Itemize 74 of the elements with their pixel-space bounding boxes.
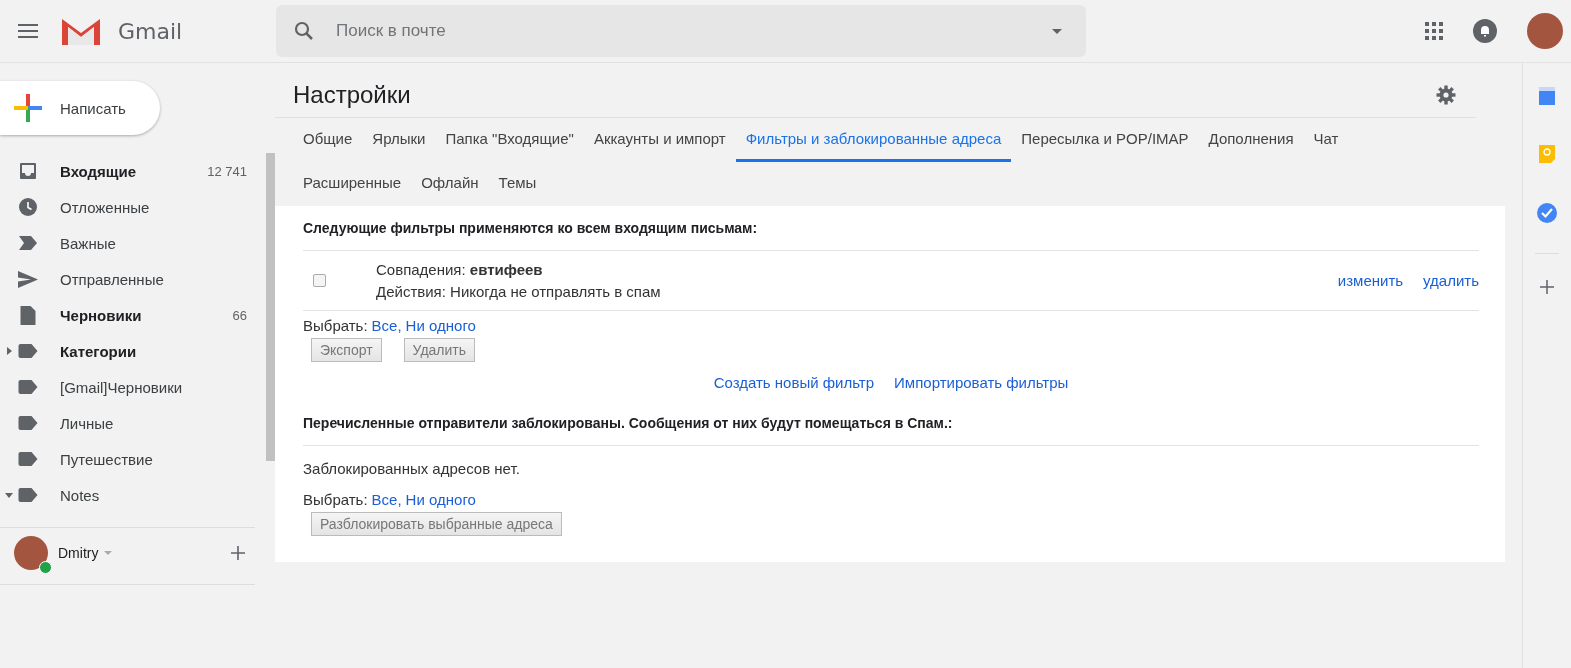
settings-tab[interactable]: Папка "Входящие" bbox=[435, 118, 584, 162]
label-icon bbox=[18, 380, 38, 394]
unread-count: 66 bbox=[232, 307, 247, 323]
link[interactable]: изменить bbox=[1337, 272, 1404, 289]
link[interactable]: Ни одного bbox=[405, 491, 476, 508]
user-name[interactable]: Dmitry bbox=[58, 545, 99, 561]
avatar[interactable] bbox=[14, 536, 48, 570]
label-icon bbox=[18, 488, 38, 502]
important-marker-icon bbox=[18, 236, 38, 250]
send-icon bbox=[18, 270, 38, 288]
search-bar[interactable]: Поиск в почте bbox=[276, 5, 1086, 57]
calendar-icon[interactable] bbox=[1539, 87, 1555, 105]
filter-criteria: Совпадения: евтифеев bbox=[376, 261, 544, 278]
settings-tab[interactable]: Фильтры и заблокированные адреса bbox=[735, 118, 1012, 162]
settings-tab[interactable]: Темы bbox=[488, 162, 547, 206]
sidebar-item[interactable]: Путешествие bbox=[0, 441, 266, 477]
scrollbar[interactable] bbox=[266, 153, 275, 461]
plus-icon bbox=[14, 94, 42, 122]
add-icon[interactable] bbox=[231, 546, 245, 560]
sidebar-item[interactable]: Отправленные bbox=[0, 261, 266, 297]
sidebar-item[interactable]: Категории bbox=[0, 333, 266, 369]
link[interactable]: Импортировать фильтры bbox=[894, 374, 1069, 391]
expand-arrow-icon[interactable] bbox=[6, 347, 12, 355]
settings-tab[interactable]: Дополнения bbox=[1198, 118, 1304, 162]
sidebar-item[interactable]: Входящие 12 741 bbox=[0, 153, 266, 189]
select-label: Выбрать: bbox=[303, 491, 368, 508]
action-button[interactable]: Экспорт bbox=[311, 338, 382, 362]
checkbox[interactable] bbox=[313, 274, 326, 287]
document-icon bbox=[18, 305, 38, 325]
settings-tab[interactable]: Расширенные bbox=[293, 162, 412, 206]
unread-count: 12 741 bbox=[207, 163, 247, 179]
empty-message: Заблокированных адресов нет. bbox=[303, 459, 521, 479]
search-input[interactable]: Поиск в почте bbox=[334, 20, 1032, 42]
avatar[interactable] bbox=[1527, 13, 1563, 49]
checkmark-circle-icon[interactable] bbox=[1537, 203, 1557, 223]
link[interactable]: Все, bbox=[371, 317, 402, 334]
action-button[interactable]: Удалить bbox=[403, 338, 476, 362]
clock-icon bbox=[18, 198, 38, 216]
apps-grid-icon[interactable] bbox=[1425, 22, 1443, 40]
select-label: Выбрать: bbox=[303, 317, 368, 334]
sidebar-item[interactable]: Отложенные bbox=[0, 189, 266, 225]
inbox-icon bbox=[18, 162, 38, 180]
sidebar-item[interactable]: Черновики 66 bbox=[0, 297, 266, 333]
settings-tab[interactable]: Общие bbox=[293, 118, 363, 162]
link[interactable]: Все, bbox=[371, 491, 402, 508]
page-title: Настройки bbox=[293, 81, 411, 109]
sidebar-item[interactable]: Важные bbox=[0, 225, 266, 261]
sidebar-item[interactable]: [Gmail]Черновики bbox=[0, 369, 266, 405]
section-heading: Следующие фильтры применяются ко всем входящим письмам: bbox=[303, 214, 1479, 251]
link[interactable]: Ни одного bbox=[405, 317, 476, 334]
logo-text: Gmail bbox=[118, 18, 183, 44]
section-heading: Перечисленные отправители заблокированы. Сообщения от них будут помещаться в Спам.: bbox=[303, 409, 1479, 446]
settings-tab[interactable]: Пересылка и POP/IMAP bbox=[1011, 118, 1199, 162]
menu-icon[interactable] bbox=[18, 24, 38, 38]
settings-tab[interactable]: Чат bbox=[1303, 118, 1349, 162]
link[interactable]: Создать новый фильтр bbox=[713, 374, 875, 391]
label-icon bbox=[18, 416, 38, 430]
search-icon bbox=[294, 21, 314, 41]
settings-tab[interactable]: Аккаунты и импорт bbox=[583, 118, 736, 162]
collapse-arrow-icon[interactable] bbox=[5, 492, 13, 498]
add-icon[interactable] bbox=[1540, 280, 1554, 294]
settings-tab[interactable]: Ярлыки bbox=[362, 118, 436, 162]
settings-tab[interactable]: Офлайн bbox=[411, 162, 489, 206]
label-icon bbox=[18, 452, 38, 466]
filter-action: Действия: Никогда не отправлять в спам bbox=[376, 283, 662, 300]
link[interactable]: удалить bbox=[1423, 272, 1479, 289]
sidebar-item[interactable]: Личные bbox=[0, 405, 266, 441]
settings-icon[interactable] bbox=[1436, 85, 1456, 105]
unblock-button[interactable]: Разблокировать выбранные адреса bbox=[311, 512, 562, 536]
notifications-bell-icon[interactable] bbox=[1473, 19, 1497, 43]
sidebar-item[interactable]: Notes bbox=[0, 477, 266, 513]
compose-button[interactable]: Написать bbox=[0, 81, 160, 135]
dropdown-caret-icon[interactable] bbox=[1052, 28, 1062, 34]
label-icon bbox=[18, 344, 38, 358]
